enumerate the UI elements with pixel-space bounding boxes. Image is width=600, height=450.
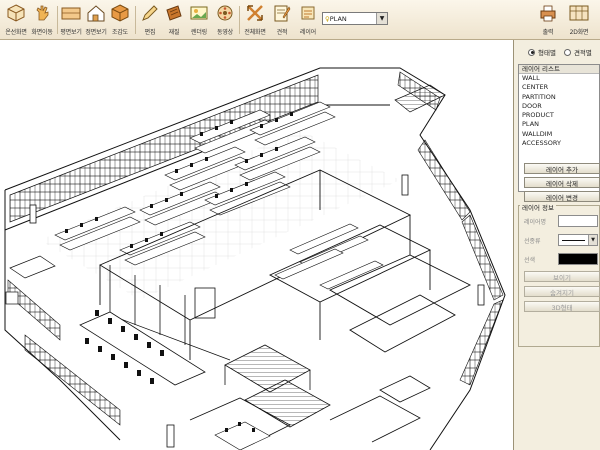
layer-name-label: 레이어명 bbox=[524, 219, 547, 226]
render-label: 렌더링 bbox=[191, 29, 207, 36]
line-color-label: 선색 bbox=[524, 257, 536, 264]
material-button[interactable]: 재질 bbox=[162, 2, 186, 38]
print-button[interactable]: 출력 bbox=[536, 2, 560, 38]
layer-item-wall[interactable]: WALL bbox=[519, 74, 599, 83]
add-layer-button[interactable]: 레이어 추가 bbox=[524, 163, 600, 174]
cube-icon bbox=[5, 2, 27, 24]
video-button[interactable]: 동영상 bbox=[212, 2, 238, 38]
view-mode-value: ♀PLAN bbox=[325, 14, 347, 23]
hide-layer-button[interactable]: 숨겨지기 bbox=[524, 286, 600, 297]
plan-view-label: 평면보기 bbox=[60, 29, 82, 36]
layer-label: 레이어 bbox=[300, 29, 316, 36]
layer-item-walldim[interactable]: WALLDIM bbox=[519, 130, 599, 139]
2d-view-button[interactable]: 2D화면 bbox=[566, 2, 592, 38]
floor-plan-drawing bbox=[4, 67, 506, 450]
edit-icon bbox=[139, 2, 161, 24]
video-label: 동영상 bbox=[217, 29, 233, 36]
line-color-swatch[interactable] bbox=[558, 253, 598, 265]
front-view-icon bbox=[85, 2, 107, 24]
layer-item-product[interactable]: PRODUCT bbox=[519, 111, 599, 120]
estimate-icon bbox=[271, 2, 293, 24]
radio-by-estimate-label: 견적별 bbox=[573, 49, 592, 57]
birdseye-button[interactable]: 조감도 bbox=[108, 2, 132, 38]
plan-view-icon bbox=[60, 2, 82, 24]
fullscreen-label: 전체화면 bbox=[244, 29, 266, 36]
birdseye-label: 조감도 bbox=[112, 29, 128, 36]
2d-view-icon bbox=[568, 2, 590, 24]
fullscreen-icon bbox=[244, 2, 266, 24]
estimate-label: 견적 bbox=[276, 29, 288, 36]
pan-label: 화면이동 bbox=[31, 29, 53, 36]
layer-info-title: 레이어 정보 bbox=[520, 202, 556, 212]
3d-drawing-canvas[interactable] bbox=[0, 40, 514, 450]
layer-item-center[interactable]: CENTER bbox=[519, 83, 599, 92]
render-icon bbox=[188, 2, 210, 24]
video-icon bbox=[214, 2, 236, 24]
material-label: 재질 bbox=[168, 29, 180, 36]
birdseye-icon bbox=[109, 2, 131, 24]
radio-by-shape-label: 형태별 bbox=[538, 49, 556, 57]
front-view-button[interactable]: 정면보기 bbox=[83, 2, 109, 38]
line-type-select[interactable]: ▼ bbox=[558, 234, 598, 246]
pan-icon bbox=[31, 2, 53, 24]
view-mode-select[interactable]: ♀PLAN ▼ bbox=[322, 12, 388, 25]
layer-name-field[interactable] bbox=[558, 215, 598, 227]
radio-by-estimate[interactable] bbox=[563, 48, 571, 56]
material-icon bbox=[163, 2, 185, 24]
line-type-label: 선종류 bbox=[524, 238, 541, 245]
plan-view-button[interactable]: 평면보기 bbox=[58, 2, 84, 38]
change-layer-button[interactable]: 레이어 변경 bbox=[524, 191, 600, 202]
main-toolbar: 온선화면 화면이동 평면보기 정면보기 조감도 편집 재질 렌더링 동영상 전체… bbox=[0, 0, 600, 40]
chevron-down-icon[interactable]: ▼ bbox=[588, 235, 597, 245]
layer-item-partition[interactable]: PARTITION bbox=[519, 93, 599, 102]
layer-item-accessory[interactable]: ACCESSORY bbox=[519, 139, 599, 148]
show-layer-button[interactable]: 보이기 bbox=[524, 271, 600, 282]
view-type-radio-group: 형태별 견적별 bbox=[528, 47, 592, 57]
2d-view-label: 2D화면 bbox=[569, 29, 589, 36]
home-view-label: 온선화면 bbox=[5, 29, 27, 36]
layer-icon bbox=[297, 2, 319, 24]
line-sample bbox=[562, 239, 585, 241]
layer-button[interactable]: 레이어 bbox=[296, 2, 320, 38]
layer-item-plan[interactable]: PLAN bbox=[519, 120, 599, 129]
front-view-label: 정면보기 bbox=[85, 29, 107, 36]
print-label: 출력 bbox=[542, 29, 554, 36]
edit-label: 편집 bbox=[144, 29, 156, 36]
3d-form-button[interactable]: 3D형태 bbox=[524, 301, 600, 312]
render-button[interactable]: 렌더링 bbox=[186, 2, 212, 38]
delete-layer-button[interactable]: 레이어 삭제 bbox=[524, 177, 600, 188]
pan-button[interactable]: 화면이동 bbox=[30, 2, 54, 38]
radio-by-shape[interactable] bbox=[528, 48, 535, 56]
edit-button[interactable]: 편집 bbox=[138, 2, 162, 38]
layer-panel: 형태별 견적별 레이어 리스트 WALL CENTER PARTITION DO… bbox=[514, 40, 600, 450]
layer-item-door[interactable]: DOOR bbox=[519, 102, 599, 111]
fullscreen-button[interactable]: 전체화면 bbox=[241, 2, 269, 38]
print-icon bbox=[537, 2, 559, 24]
estimate-button[interactable]: 견적 bbox=[270, 2, 294, 38]
chevron-down-icon[interactable]: ▼ bbox=[376, 13, 387, 24]
toolbar-divider bbox=[239, 6, 240, 34]
layer-list-header: 레이어 리스트 bbox=[519, 65, 599, 74]
toolbar-divider bbox=[135, 6, 136, 34]
home-view-button[interactable]: 온선화면 bbox=[4, 2, 28, 38]
